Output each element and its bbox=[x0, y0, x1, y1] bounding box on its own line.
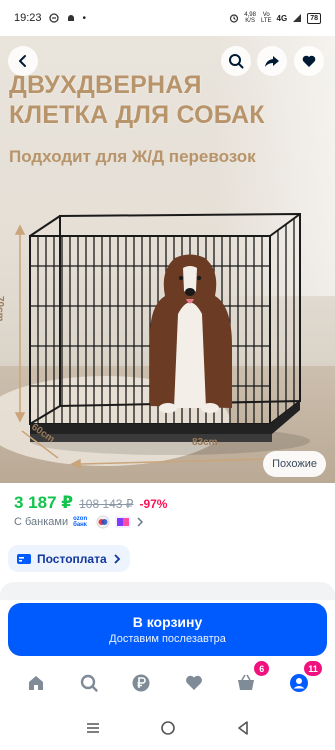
alarm-icon bbox=[230, 14, 239, 23]
share-button[interactable] bbox=[257, 46, 287, 76]
dot-icon: • bbox=[82, 12, 87, 24]
heart-icon bbox=[185, 675, 202, 690]
search-button[interactable] bbox=[221, 46, 251, 76]
home-icon bbox=[29, 676, 44, 690]
delivery-date-label: Доставим послезавтра bbox=[109, 633, 226, 645]
price-discount: -97% bbox=[139, 497, 168, 511]
product-image-subheadline: Подходит для Ж/Д перевозок bbox=[9, 147, 256, 166]
ruble-icon bbox=[132, 674, 150, 692]
heart-icon bbox=[302, 55, 316, 67]
system-navigation bbox=[0, 706, 335, 750]
price-current: 3 187 ₽ bbox=[14, 493, 74, 512]
profile-icon bbox=[289, 674, 308, 692]
price-old: 108 143 ₽ bbox=[79, 497, 134, 511]
add-to-cart-label: В корзину bbox=[132, 614, 203, 630]
chevron-left-icon bbox=[19, 55, 26, 67]
cart-icon bbox=[238, 674, 255, 690]
network-speed-unit: K/S bbox=[245, 18, 255, 24]
nav-favorites[interactable] bbox=[179, 668, 209, 698]
battery-indicator: 78 bbox=[307, 12, 321, 24]
cart-count-badge: 6 bbox=[254, 661, 270, 676]
bank-offer-row[interactable]: С банками ozon банк bbox=[14, 515, 144, 529]
status-time: 19:23 bbox=[14, 12, 42, 24]
postpay-label: Постоплата bbox=[37, 551, 107, 566]
network-type: 4G bbox=[276, 13, 288, 23]
similar-products-button[interactable]: Похожие bbox=[263, 451, 326, 477]
volte-lte: LTE bbox=[260, 18, 272, 24]
favorite-button[interactable] bbox=[294, 46, 324, 76]
headline-line-1: ДВУХДВЕРНАЯ bbox=[9, 71, 202, 99]
ozon-bank-logo: ozon банк bbox=[73, 516, 91, 528]
notification-icon bbox=[48, 13, 59, 23]
nav-cart[interactable]: 6 bbox=[231, 661, 270, 698]
dimension-width-label: 83cm bbox=[192, 437, 218, 448]
product-image-gallery[interactable]: ДВУХДВЕРНАЯ КЛЕТКА ДЛЯ СОБАК Подходит дл… bbox=[0, 36, 335, 483]
add-to-cart-button[interactable]: В корзину Доставим послезавтра bbox=[8, 603, 327, 656]
bottom-navigation: 6 11 bbox=[0, 661, 335, 703]
search-icon bbox=[229, 54, 244, 69]
price-row: 3 187 ₽ 108 143 ₽ -97% bbox=[14, 493, 167, 513]
section-separator bbox=[0, 582, 335, 600]
home-circle-icon[interactable] bbox=[160, 720, 176, 736]
chevron-right-icon bbox=[113, 553, 120, 564]
postpay-badge[interactable]: Постоплата bbox=[8, 545, 130, 572]
headline-line-2: КЛЕТКА ДЛЯ СОБАК bbox=[9, 101, 265, 129]
network-speed: 4,98 K/S bbox=[244, 12, 256, 24]
nav-home[interactable] bbox=[21, 668, 51, 698]
share-icon bbox=[265, 56, 279, 67]
recent-apps-icon[interactable] bbox=[85, 721, 101, 735]
android-icon bbox=[67, 15, 74, 21]
back-button[interactable] bbox=[8, 46, 38, 76]
nav-finance[interactable] bbox=[126, 668, 156, 698]
back-triangle-icon[interactable] bbox=[236, 720, 250, 736]
bank-card-icon bbox=[96, 515, 110, 529]
signal-icon bbox=[293, 14, 302, 22]
profile-count-badge: 11 bbox=[304, 661, 322, 676]
postpay-icon bbox=[17, 553, 31, 564]
bank-offer-label: С банками bbox=[14, 516, 69, 528]
nav-profile[interactable]: 11 bbox=[284, 661, 322, 698]
volte-label: Vo LTE bbox=[261, 12, 272, 24]
nav-search[interactable] bbox=[74, 668, 104, 698]
search-icon bbox=[80, 674, 98, 692]
product-image-headline: ДВУХДВЕРНАЯ КЛЕТКА ДЛЯ СОБАК bbox=[9, 70, 265, 130]
dimension-height-label: 70cm bbox=[0, 296, 5, 322]
chevron-right-icon bbox=[137, 517, 144, 527]
status-bar: 19:23 • 4,98 K/S Vo LTE 4G 78 bbox=[0, 0, 335, 36]
sbp-icon bbox=[115, 516, 132, 528]
ozon-bank-logo-line-2: банк bbox=[73, 522, 87, 528]
